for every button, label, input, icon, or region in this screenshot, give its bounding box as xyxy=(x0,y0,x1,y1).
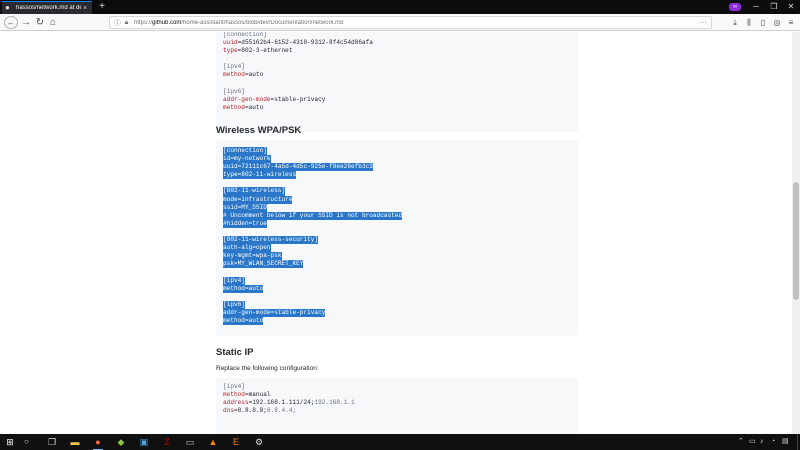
selected-code-text: uuid=72111c67-4a5d-4d5c-925e-f8ee26efb3c… xyxy=(223,163,373,172)
selected-code-text: method=auto xyxy=(223,284,264,293)
selected-code-text: psk=MY_WLAN_SECRET_KEY xyxy=(223,260,304,269)
vlc-icon[interactable]: ▲ xyxy=(207,436,219,448)
settings-icon[interactable]: ⚙ xyxy=(253,436,265,448)
code-token: 192.168.1.1 xyxy=(314,399,355,407)
back-button[interactable]: ← xyxy=(4,16,18,29)
close-window-button[interactable]: ✕ xyxy=(782,0,800,14)
task-view-icon[interactable]: ❐ xyxy=(46,436,58,448)
tab-strip: ● hassos/network.md at dev · hom × + ∞ ─… xyxy=(0,0,800,14)
selected-code-text: addr-gen-mode=stable-privacy xyxy=(223,308,326,317)
code-token: =8.8.8.8; xyxy=(233,407,267,415)
code-token: addr-gen-mode xyxy=(223,95,271,103)
code-text[interactable]: [connection] id=my-network uuid=72111c67… xyxy=(223,147,571,326)
url-text[interactable]: https://github.com/home-assistant/hassos… xyxy=(134,20,695,26)
selected-code-text: [ipv4] xyxy=(223,276,245,285)
network-icon[interactable]: ◔ xyxy=(771,436,775,448)
selected-code-text: key-mgmt=wpa-psk xyxy=(223,252,282,261)
scrollbar-thumb[interactable] xyxy=(793,182,799,300)
forward-button[interactable]: → xyxy=(19,16,33,29)
tab-title: hassos/network.md at dev · hom xyxy=(16,5,81,11)
code-token: 8.8.4.4; xyxy=(266,407,297,415)
code-block-static-ip[interactable]: [ipv4] method=manual address=192.168.1.1… xyxy=(216,378,578,434)
selected-code-text: [802-11-wireless-security] xyxy=(223,236,319,245)
selected-code-text: mode=infrastructure xyxy=(223,195,293,204)
selected-code-text: # Uncomment below if your SSID is not br… xyxy=(223,211,403,220)
taskbar: ⊞ ○ ❐ ▬ ● ◆ ▣ Z ▭ ▲ E ⚙ ⌃ ▭ ♪ ◔ ▤ xyxy=(0,434,800,450)
code-token: uuid xyxy=(223,39,238,47)
tab-close-icon[interactable]: × xyxy=(81,5,89,12)
battery-icon[interactable]: ▭ xyxy=(749,436,756,448)
selected-code-text: [connection] xyxy=(223,147,267,156)
code-text[interactable]: [connection] uuid=d55162b4-6152-4310-931… xyxy=(223,32,571,112)
code-token: =d55162b4-6152-4310-9312-8f4c54d86afa xyxy=(237,39,373,47)
firefox-icon[interactable]: ● xyxy=(92,436,104,450)
url-host: github.com xyxy=(152,19,182,26)
sidebar-icon[interactable]: ▯ xyxy=(757,16,769,29)
url-scheme: https:// xyxy=(134,19,153,26)
home-button[interactable]: ⌂ xyxy=(46,16,60,29)
selected-code-text: method=auto xyxy=(223,316,264,326)
page-viewport[interactable]: [connection] uuid=d55162b4-6152-4310-931… xyxy=(0,32,792,434)
code-token: [ipv4] xyxy=(223,383,245,390)
cube-app-icon[interactable]: ◆ xyxy=(115,436,127,448)
code-token: [ipv6] xyxy=(223,87,245,95)
code-token: method xyxy=(223,103,245,111)
code-token: [ipv4] xyxy=(223,63,245,71)
code-token: method xyxy=(223,71,245,79)
volume-icon[interactable]: ♪ xyxy=(760,436,764,448)
extension-icon[interactable]: ◎ xyxy=(771,16,783,29)
code-token: =auto xyxy=(244,71,264,79)
selected-code-text: #hidden=true xyxy=(223,219,267,228)
code-token: dns xyxy=(223,407,234,415)
filezilla-icon[interactable]: Z xyxy=(161,436,173,448)
code-token: =auto xyxy=(244,103,264,111)
selected-code-text: [ipv6] xyxy=(223,300,245,309)
code-token: =stable-privacy xyxy=(270,95,326,103)
notification-icon[interactable]: ▤ xyxy=(782,436,789,448)
download-icon[interactable]: ⤓ xyxy=(729,16,741,29)
info-icon[interactable]: ⓘ xyxy=(113,18,122,28)
start-button-icon[interactable]: ⊞ xyxy=(4,436,16,448)
code-token: method xyxy=(223,391,245,399)
reload-button[interactable]: ↻ xyxy=(33,16,47,29)
page-actions-button[interactable]: ··· xyxy=(695,18,711,27)
selected-code-text: id=my-network xyxy=(223,155,271,164)
selected-code-text: auth-alg=open xyxy=(223,244,271,253)
restore-button[interactable]: ❐ xyxy=(765,0,783,14)
file-explorer-icon[interactable]: ▬ xyxy=(69,436,81,448)
search-icon[interactable]: ○ xyxy=(24,437,29,446)
code-block-ethernet[interactable]: [connection] uuid=d55162b4-6152-4310-931… xyxy=(216,32,578,132)
heading-wireless-wpa-psk: Wireless WPA/PSK xyxy=(216,125,302,136)
code-token: type xyxy=(223,47,238,55)
paragraph-replace-config: Replace the following configuration: xyxy=(216,365,319,372)
private-mask-icon: ∞ xyxy=(729,3,741,11)
vertical-scrollbar[interactable] xyxy=(792,32,800,434)
tray-expand-icon[interactable]: ⌃ xyxy=(738,436,744,448)
heading-static-ip: Static IP xyxy=(216,347,254,358)
new-tab-button[interactable]: + xyxy=(96,1,108,13)
code-token: =802-3-ethernet xyxy=(237,47,293,55)
url-bar[interactable]: ⓘ 🔒︎ https://github.com/home-assistant/h… xyxy=(109,16,712,29)
store-icon[interactable]: ▣ xyxy=(138,436,150,448)
github-favicon-icon: ● xyxy=(5,3,10,12)
code-token: =manual xyxy=(244,391,271,399)
editor-icon[interactable]: E xyxy=(230,436,242,448)
url-path: /home-assistant/hassos/blob/dev/Document… xyxy=(181,19,344,26)
selected-code-text: [802-11-wireless] xyxy=(223,187,286,196)
code-block-wpa-psk[interactable]: [connection] id=my-network uuid=72111c67… xyxy=(216,140,578,336)
code-token: [connection] xyxy=(223,32,267,38)
code-token: address xyxy=(223,399,249,407)
minimize-button[interactable]: ─ xyxy=(747,0,765,14)
selected-code-text: type=802-11-wireless xyxy=(223,171,297,180)
library-icon[interactable]: ⫼ xyxy=(743,16,755,29)
code-text[interactable]: [ipv4] method=manual address=192.168.1.1… xyxy=(223,383,571,415)
terminal-icon[interactable]: ▭ xyxy=(184,436,196,448)
navigation-bar: ← → ↻ ⌂ ⓘ 🔒︎ https://github.com/home-ass… xyxy=(0,14,800,31)
code-token: =192.168.1.111/24; xyxy=(248,399,315,407)
lock-icon: 🔒︎ xyxy=(124,18,129,26)
menu-icon[interactable]: ≡ xyxy=(785,16,797,29)
tab-network-md[interactable]: ● hassos/network.md at dev · hom × xyxy=(2,1,92,14)
selected-code-text: ssid=MY_SSID xyxy=(223,203,267,212)
